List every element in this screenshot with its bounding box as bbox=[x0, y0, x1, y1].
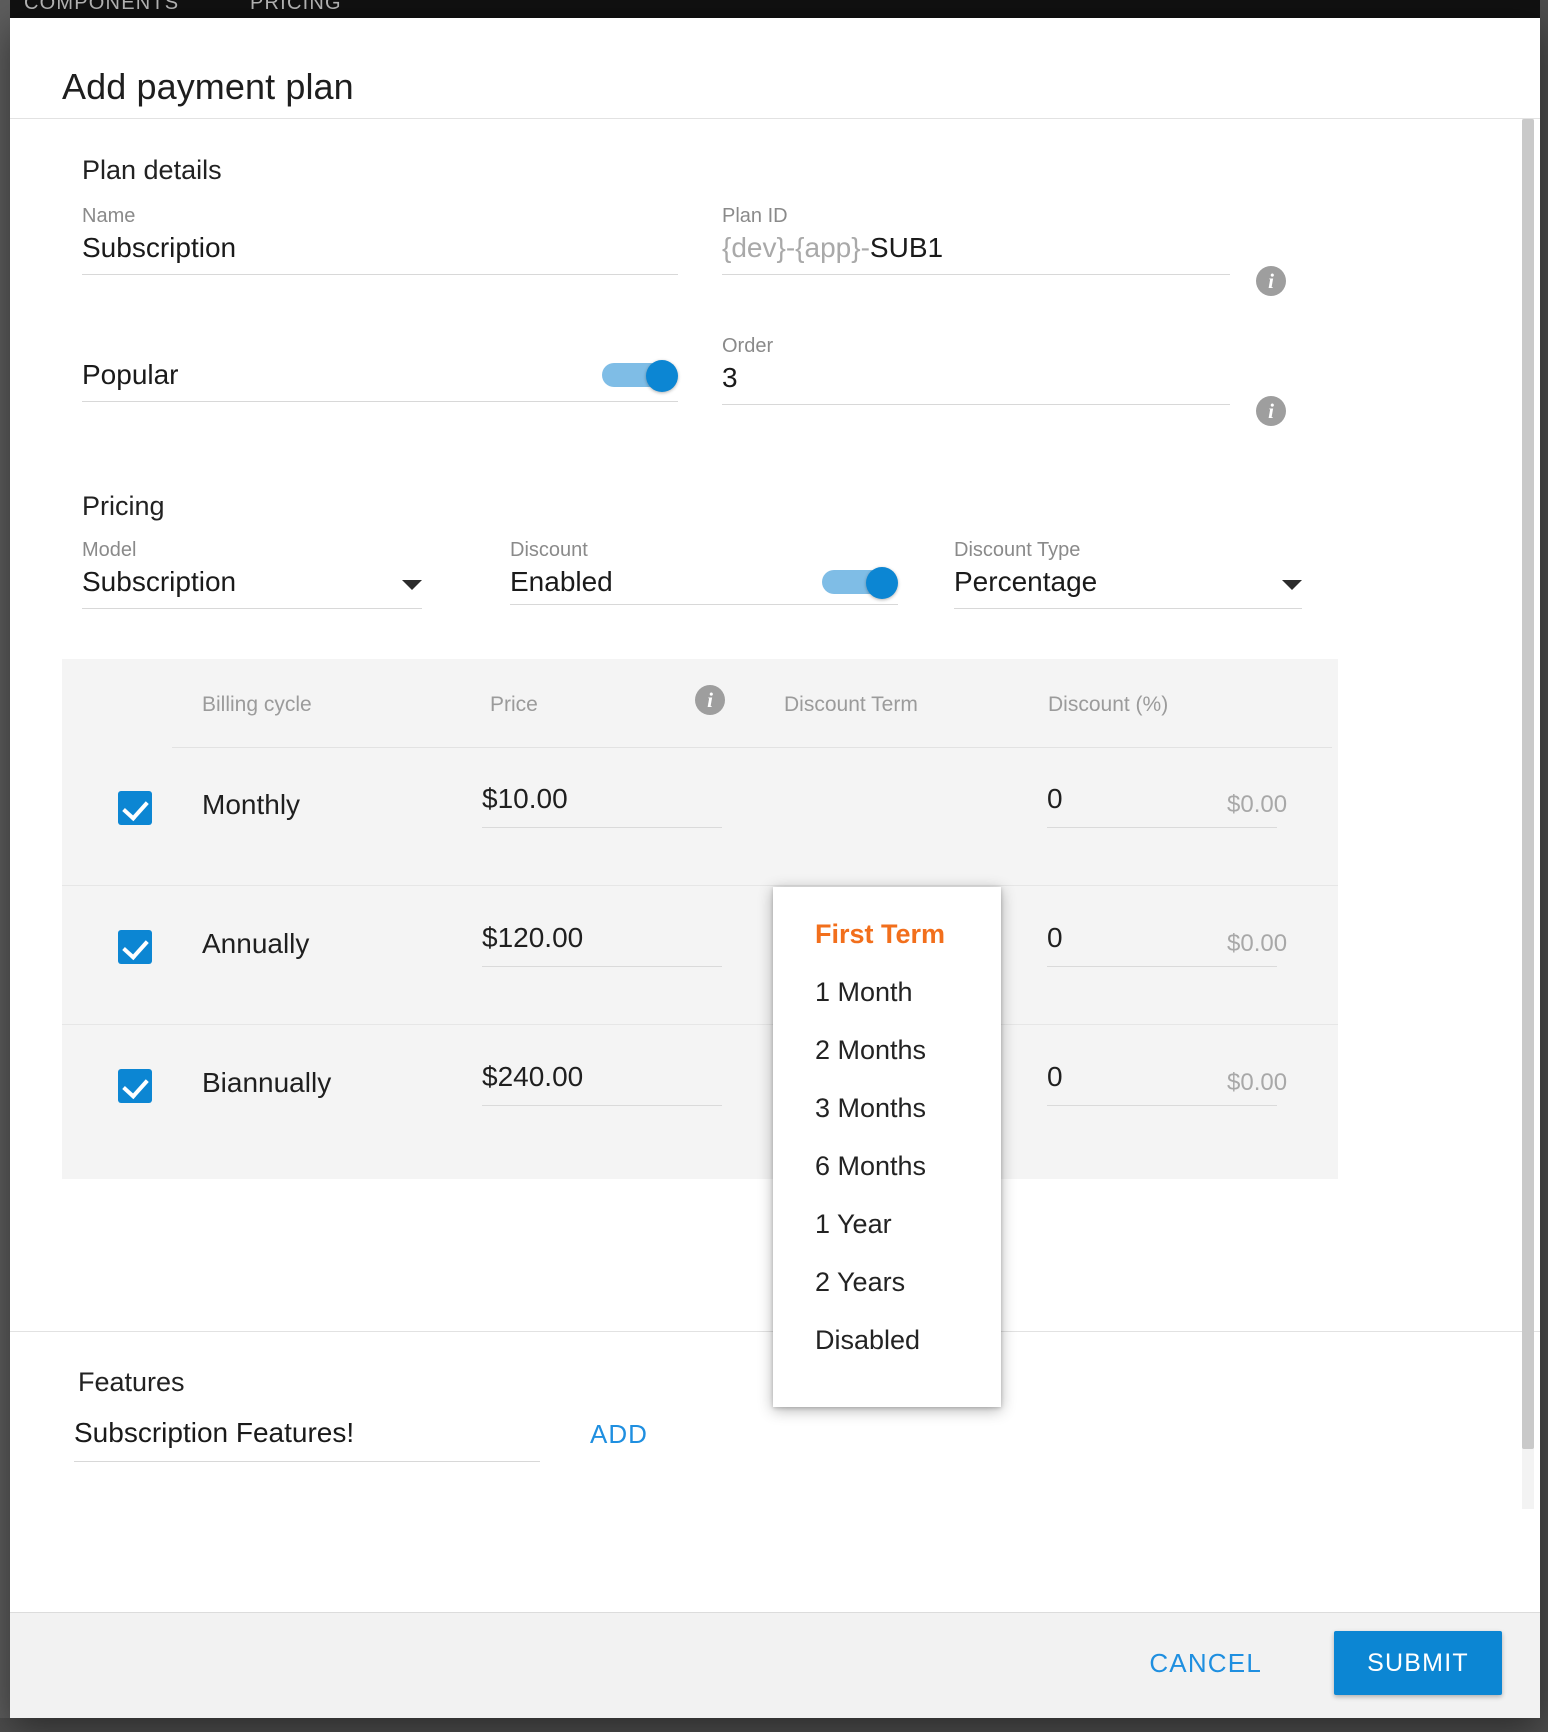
discount-type-value: Percentage bbox=[954, 566, 1098, 597]
cell-discount-amount: $0.00 bbox=[1227, 1069, 1288, 1096]
add-feature-button[interactable]: ADD bbox=[590, 1419, 648, 1450]
cell-price-input[interactable]: $240.00 bbox=[482, 1061, 722, 1106]
column-header-discount-term: Discount Term bbox=[784, 693, 918, 716]
discount-type-select[interactable]: Discount Type Percentage bbox=[954, 539, 1302, 609]
plan-id-value: SUB1 bbox=[869, 232, 944, 263]
dropdown-item-first-term[interactable]: First Term bbox=[773, 905, 1001, 963]
dialog-scrollbar-thumb[interactable] bbox=[1522, 119, 1534, 1449]
column-header-billing-cycle: Billing cycle bbox=[202, 693, 312, 716]
submit-button[interactable]: SUBMIT bbox=[1334, 1631, 1502, 1695]
cell-discount-amount: $0.00 bbox=[1227, 791, 1288, 818]
discount-type-label: Discount Type bbox=[954, 539, 1081, 561]
popular-label: Popular bbox=[82, 359, 179, 390]
cell-price-input[interactable]: $10.00 bbox=[482, 783, 722, 828]
dropdown-item-3-months[interactable]: 3 Months bbox=[773, 1079, 1001, 1137]
popular-toggle-row[interactable]: Popular bbox=[82, 359, 678, 402]
order-info-icon[interactable]: i bbox=[1256, 396, 1286, 426]
pricing-table-header: Billing cycle Price i Discount Term Disc… bbox=[62, 659, 1338, 748]
plan-details-heading: Plan details bbox=[82, 155, 222, 185]
column-header-discount-percent: Discount (%) bbox=[1048, 693, 1169, 716]
pricing-heading: Pricing bbox=[82, 491, 165, 521]
cell-discount-amount: $0.00 bbox=[1227, 930, 1288, 957]
dialog-body: Plan details Name Subscription Plan ID {… bbox=[10, 119, 1540, 1612]
tab-pricing[interactable]: PRICING bbox=[250, 0, 342, 15]
dialog-footer: CANCEL SUBMIT bbox=[10, 1612, 1540, 1718]
order-input[interactable]: 3 bbox=[722, 362, 1230, 405]
chevron-down-icon bbox=[1282, 580, 1302, 590]
popular-toggle-switch[interactable] bbox=[602, 360, 678, 392]
dropdown-item-6-months[interactable]: 6 Months bbox=[773, 1137, 1001, 1195]
app-tabs: COMPONENTS PRICING bbox=[0, 0, 1548, 20]
model-label: Model bbox=[82, 539, 137, 561]
toggle-knob bbox=[646, 360, 678, 392]
column-header-price: Price bbox=[490, 693, 538, 716]
dialog-title: Add payment plan bbox=[62, 66, 354, 107]
dropdown-item-disabled[interactable]: Disabled bbox=[773, 1311, 1001, 1369]
table-row[interactable]: Biannually $240.00 0 $0.00 bbox=[62, 1025, 1338, 1164]
modal-scrim-right[interactable] bbox=[1540, 0, 1548, 1732]
table-row[interactable]: Annually $120.00 0 $0.00 bbox=[62, 886, 1338, 1025]
discount-value: Enabled bbox=[510, 566, 613, 597]
dropdown-item-2-months[interactable]: 2 Months bbox=[773, 1021, 1001, 1079]
cell-billing-cycle: Biannually bbox=[202, 1067, 332, 1098]
plan-id-field[interactable]: Plan ID {dev}-{app}-SUB1 bbox=[722, 205, 1230, 275]
discount-term-dropdown[interactable]: First Term 1 Month 2 Months 3 Months 6 M… bbox=[773, 887, 1001, 1407]
modal-scrim-bottom[interactable] bbox=[0, 1718, 1548, 1732]
discount-label: Discount bbox=[510, 539, 588, 561]
order-field[interactable]: Order 3 bbox=[722, 335, 1230, 405]
name-input[interactable]: Subscription bbox=[82, 232, 678, 275]
dropdown-item-1-month[interactable]: 1 Month bbox=[773, 963, 1001, 1021]
features-heading: Features bbox=[78, 1367, 185, 1397]
price-info-icon[interactable]: i bbox=[695, 685, 725, 715]
plan-id-prefix: {dev}-{app}- bbox=[722, 232, 870, 263]
plan-id-label: Plan ID bbox=[722, 205, 788, 227]
model-select[interactable]: Model Subscription bbox=[82, 539, 422, 609]
plan-id-input[interactable]: {dev}-{app}-SUB1 bbox=[722, 232, 1230, 275]
cell-billing-cycle: Annually bbox=[202, 928, 310, 959]
model-value: Subscription bbox=[82, 566, 237, 597]
modal-scrim-left[interactable] bbox=[0, 0, 10, 1732]
row-checkbox[interactable] bbox=[118, 1069, 152, 1103]
feature-input[interactable]: Subscription Features! bbox=[74, 1417, 540, 1462]
dropdown-item-2-years[interactable]: 2 Years bbox=[773, 1253, 1001, 1311]
row-checkbox[interactable] bbox=[118, 930, 152, 964]
tab-components[interactable]: COMPONENTS bbox=[24, 0, 179, 15]
toggle-knob bbox=[866, 567, 898, 599]
cancel-button[interactable]: CANCEL bbox=[1143, 1647, 1268, 1680]
row-checkbox[interactable] bbox=[118, 791, 152, 825]
pricing-table: Billing cycle Price i Discount Term Disc… bbox=[62, 659, 1338, 1179]
discount-toggle-field[interactable]: Discount Enabled bbox=[510, 539, 898, 605]
cell-billing-cycle: Monthly bbox=[202, 789, 301, 820]
discount-toggle-switch[interactable] bbox=[822, 567, 898, 599]
plan-id-info-icon[interactable]: i bbox=[1256, 266, 1286, 296]
name-field[interactable]: Name Subscription bbox=[82, 205, 678, 275]
name-label: Name bbox=[82, 205, 136, 227]
chevron-down-icon bbox=[402, 580, 422, 590]
add-payment-plan-dialog: Add payment plan Plan details Name Subsc… bbox=[10, 18, 1540, 1718]
order-label: Order bbox=[722, 335, 774, 357]
cell-price-input[interactable]: $120.00 bbox=[482, 922, 722, 967]
dropdown-item-1-year[interactable]: 1 Year bbox=[773, 1195, 1001, 1253]
table-row[interactable]: Monthly $10.00 0 $0.00 bbox=[62, 747, 1338, 886]
